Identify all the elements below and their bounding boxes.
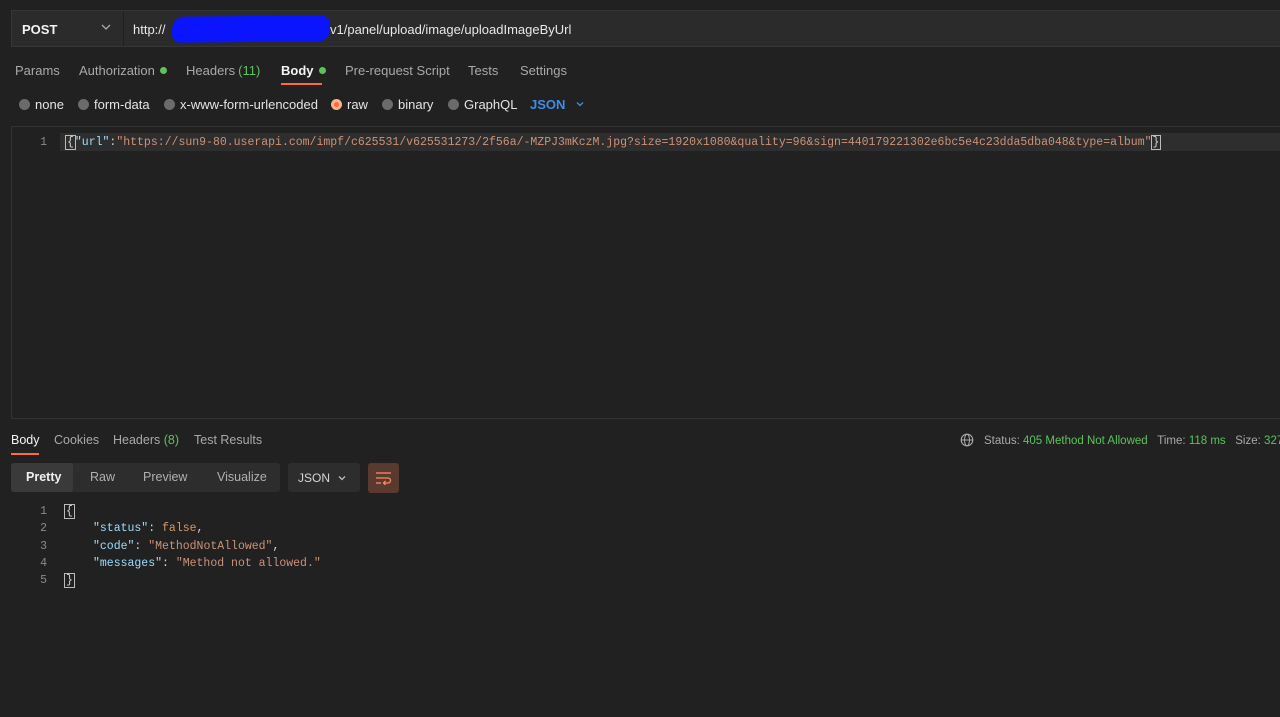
format-label: JSON	[530, 97, 566, 112]
json-value: false	[162, 522, 197, 535]
radio-binary[interactable]: binary	[382, 97, 433, 112]
tab-label: Settings	[520, 63, 567, 78]
view-pretty[interactable]: Pretty	[26, 470, 61, 484]
radio-circle-icon	[164, 99, 175, 110]
size-value[interactable]: 327	[1264, 435, 1280, 447]
tab-label: Params	[15, 63, 60, 78]
response-meta: Status: 405 Method Not Allowed Time: 118…	[960, 433, 1280, 447]
chevron-down-icon	[101, 24, 111, 30]
radio-none[interactable]: none	[19, 97, 64, 112]
url-path[interactable]: v1/panel/upload/image/uploadImageByUrl	[330, 22, 571, 37]
request-body-line[interactable]: {"url":"https://sun9-80.userapi.com/impf…	[65, 135, 1162, 150]
json-key: "messages"	[93, 557, 163, 570]
url-input[interactable]: http://	[133, 22, 166, 37]
response-tab-body[interactable]: Body	[11, 433, 40, 447]
response-line-messages: "messages": "Method not allowed."	[93, 557, 321, 570]
view-raw[interactable]: Raw	[90, 470, 115, 484]
time-label: Time:	[1157, 435, 1186, 447]
radio-label: GraphQL	[464, 97, 518, 112]
url-bar: POST http:// v1/panel/upload/image/uploa…	[11, 10, 1280, 47]
line-number: 4	[40, 557, 47, 570]
json-value: "Method not allowed."	[175, 557, 321, 570]
line-number: 1	[40, 136, 47, 149]
json-key: "url"	[74, 136, 110, 149]
json-key: "code"	[93, 540, 135, 553]
active-tab-indicator	[11, 453, 39, 455]
time-value[interactable]: 118 ms	[1189, 435, 1226, 447]
size-label: Size:	[1235, 435, 1261, 447]
line-number: 2	[40, 522, 47, 535]
json-value: "MethodNotAllowed"	[148, 540, 273, 553]
radio-circle-icon	[448, 99, 459, 110]
radio-selected-icon	[331, 99, 342, 110]
radio-circle-icon	[19, 99, 30, 110]
radio-urlencoded[interactable]: x-www-form-urlencoded	[164, 97, 318, 112]
radio-label: x-www-form-urlencoded	[180, 97, 318, 112]
status-dot	[159, 67, 167, 74]
tab-pre-request-script[interactable]: Pre-request Script	[345, 63, 450, 78]
wrap-lines-button[interactable]	[368, 463, 399, 493]
tab-label: Pre-request Script	[345, 63, 450, 78]
response-format-select[interactable]: JSON	[288, 463, 360, 492]
redaction-mark	[171, 15, 331, 43]
json-open-brace: {	[64, 504, 75, 519]
tab-authorization[interactable]: Authorization	[79, 63, 167, 78]
tab-label: Cookies	[54, 433, 100, 447]
response-tab-test-results[interactable]: Test Results	[194, 433, 262, 447]
line-number: 1	[40, 505, 47, 518]
json-value: "https://sun9-80.userapi.com/impf/c62553…	[116, 136, 1152, 149]
status-dot	[318, 67, 326, 74]
tab-label: Test Results	[194, 433, 263, 447]
tab-label: Body	[281, 63, 314, 78]
view-preview[interactable]: Preview	[143, 470, 187, 484]
active-tab-indicator	[281, 83, 322, 85]
response-line-code: "code": "MethodNotAllowed",	[93, 540, 280, 553]
tab-settings[interactable]: Settings	[520, 63, 567, 78]
response-tab-cookies[interactable]: Cookies	[54, 433, 99, 447]
tab-label: Headers	[113, 433, 161, 447]
radio-label: binary	[398, 97, 434, 112]
tab-tests[interactable]: Tests	[468, 63, 498, 78]
tab-label: Body	[11, 433, 40, 447]
tab-count: (8)	[163, 433, 180, 447]
tab-params[interactable]: Params	[15, 63, 60, 78]
line-number: 5	[40, 574, 47, 587]
tab-body[interactable]: Body	[281, 63, 326, 78]
response-tab-headers[interactable]: Headers (8)	[113, 433, 179, 447]
chevron-down-icon	[576, 102, 584, 107]
json-close-brace: }	[64, 573, 75, 588]
request-body-editor[interactable]	[11, 126, 1280, 419]
radio-label: none	[35, 97, 64, 112]
json-key: "status"	[93, 522, 149, 535]
radio-label: form-data	[94, 97, 150, 112]
status-label: Status:	[984, 435, 1020, 447]
format-label: JSON	[298, 471, 331, 485]
tab-label: Tests	[468, 63, 499, 78]
response-line-status: "status": false,	[93, 522, 204, 535]
chevron-down-icon	[338, 476, 346, 481]
radio-label: raw	[347, 97, 368, 112]
radio-circle-icon	[78, 99, 89, 110]
method-label: POST	[22, 22, 58, 37]
tab-label: Headers	[186, 63, 236, 78]
radio-circle-icon	[382, 99, 393, 110]
status-code[interactable]: 405 Method Not Allowed	[1023, 435, 1148, 447]
globe-icon[interactable]	[960, 433, 974, 447]
tab-headers[interactable]: Headers (11)	[186, 63, 260, 78]
tab-count: (11)	[238, 63, 261, 78]
tab-label: Authorization	[79, 63, 155, 78]
radio-raw[interactable]: raw	[331, 97, 368, 112]
line-number: 3	[40, 540, 47, 553]
radio-graphql[interactable]: GraphQL	[448, 97, 517, 112]
radio-form-data[interactable]: form-data	[78, 97, 150, 112]
body-format-select[interactable]: JSON	[530, 97, 585, 112]
wrap-lines-icon	[376, 472, 392, 485]
view-visualize[interactable]: Visualize	[217, 470, 267, 484]
method-select[interactable]: POST	[12, 11, 124, 46]
